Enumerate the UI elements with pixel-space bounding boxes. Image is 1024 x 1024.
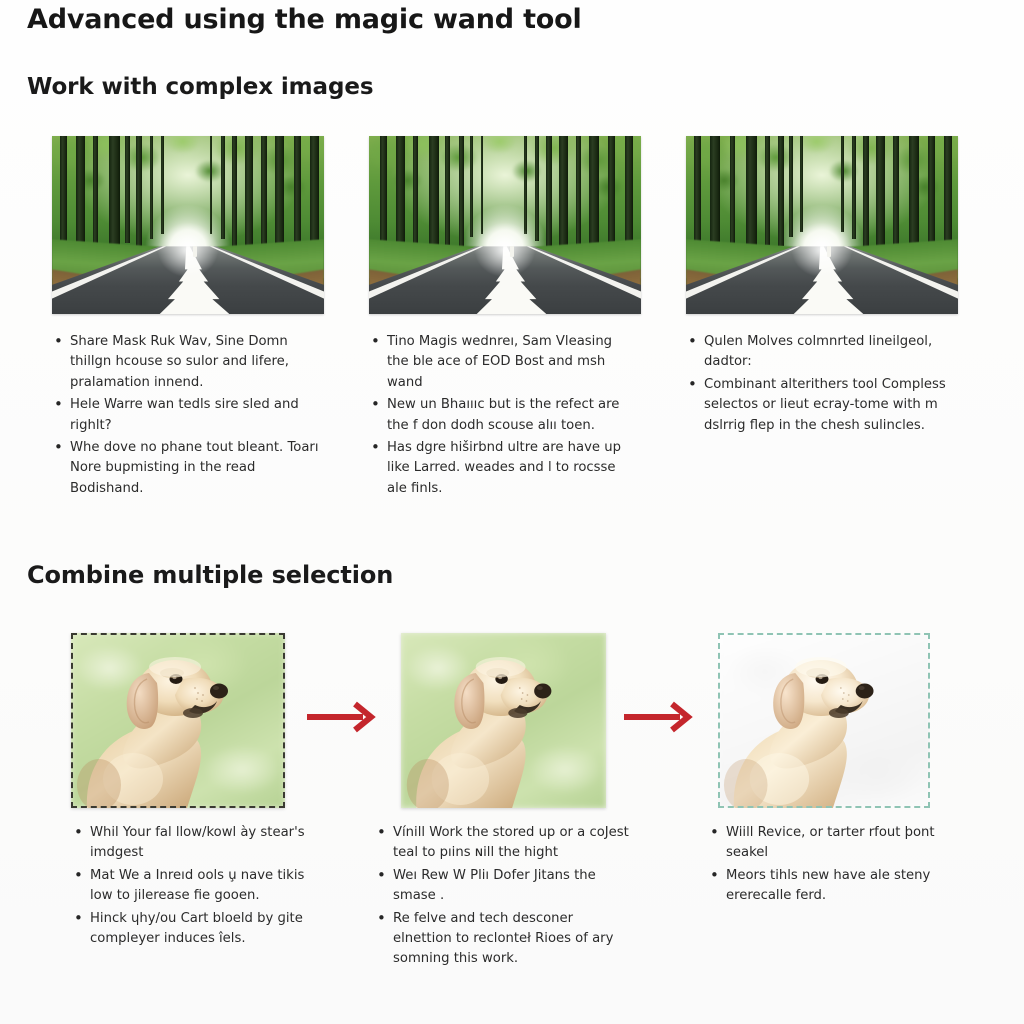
list-item: Tino Magis wednreı, Sam Vleasing the ble… bbox=[369, 331, 637, 393]
dog-photo-selected[interactable] bbox=[71, 633, 285, 808]
list-item: Hinck ɥhy/ou Cart bloeld by ɡite compley… bbox=[72, 908, 322, 950]
column-complex-1: Share Mask Ruk Wav, Sine Domn thillgn hc… bbox=[52, 136, 324, 496]
labrador-dog bbox=[718, 633, 930, 808]
list-item: Vínill Work the stored up or a coJest te… bbox=[375, 822, 633, 864]
transform-arrow-1 bbox=[305, 700, 383, 734]
list-item: Qulen Molves colmnrted lineilgeol, dadto… bbox=[686, 331, 954, 373]
page-title: Advanced using the magic wand tool bbox=[27, 4, 582, 35]
dog-photo-extracted[interactable] bbox=[718, 633, 930, 808]
forest-road-photo-3 bbox=[686, 136, 958, 314]
list-item: Hele Warre wan tedls sire sled and righl… bbox=[52, 394, 320, 436]
list-item: Re felve and tech desconer elnettion to … bbox=[375, 908, 633, 970]
labrador-dog bbox=[401, 633, 606, 808]
transform-arrow-2 bbox=[622, 700, 700, 734]
list-item: Whil Your fal llow/kowl ày stear's imdge… bbox=[72, 822, 322, 864]
list-item: Combinant alterithers tool Compless sele… bbox=[686, 374, 954, 436]
column-combine-1: Whil Your fal llow/kowl ày stear's imdge… bbox=[71, 633, 305, 946]
column-complex-3: Qulen Molves colmnrted lineilgeol, dadto… bbox=[686, 136, 958, 433]
list-item: Has dgre hiširbnd ultre are have up like… bbox=[369, 437, 637, 499]
list-item: Whe dove no phane tout bleant. Toarı Nor… bbox=[52, 437, 320, 499]
bullet-list-combine-1: Whil Your fal llow/kowl ày stear's imdge… bbox=[72, 822, 322, 951]
column-combine-3: Wiill Revice, or tarter rfout þont seake… bbox=[710, 633, 935, 903]
bullet-list-combine-3: Wiill Revice, or tarter rfout þont seake… bbox=[708, 822, 958, 909]
section-heading-complex-images: Work with complex images bbox=[27, 74, 374, 100]
section-heading-combine-selection: Combine multiple selection bbox=[27, 561, 394, 589]
dog-photo-plain[interactable] bbox=[401, 633, 606, 808]
forest-road-photo-1 bbox=[52, 136, 324, 314]
document-page: Advanced using the magic wand tool Work … bbox=[0, 0, 1024, 1024]
bullet-list-complex-3: Qulen Molves colmnrted lineilgeol, dadto… bbox=[686, 331, 954, 438]
list-item: New un Bhaıııc but is the refect are the… bbox=[369, 394, 637, 436]
list-item: Share Mask Ruk Wav, Sine Domn thillgn hc… bbox=[52, 331, 320, 393]
list-item: Weı Rew W Pliı Dofer Jitans the smase . bbox=[375, 865, 633, 907]
list-item: Mat We a Inreıd ools u̧ nave tikis low t… bbox=[72, 865, 322, 907]
forest-road-photo-2 bbox=[369, 136, 641, 314]
column-combine-2: Vínill Work the stored up or a coJest te… bbox=[377, 633, 629, 966]
labrador-dog bbox=[71, 633, 285, 808]
bullet-list-combine-2: Vínill Work the stored up or a coJest te… bbox=[375, 822, 633, 972]
bullet-list-complex-2: Tino Magis wednreı, Sam Vleasing the ble… bbox=[369, 331, 637, 501]
list-item: Wiill Revice, or tarter rfout þont seake… bbox=[708, 822, 958, 864]
column-complex-2: Tino Magis wednreı, Sam Vleasing the ble… bbox=[369, 136, 641, 496]
list-item: Meors tihls new have ale steny ererecall… bbox=[708, 865, 958, 907]
bullet-list-complex-1: Share Mask Ruk Wav, Sine Domn thillgn hc… bbox=[52, 331, 320, 501]
